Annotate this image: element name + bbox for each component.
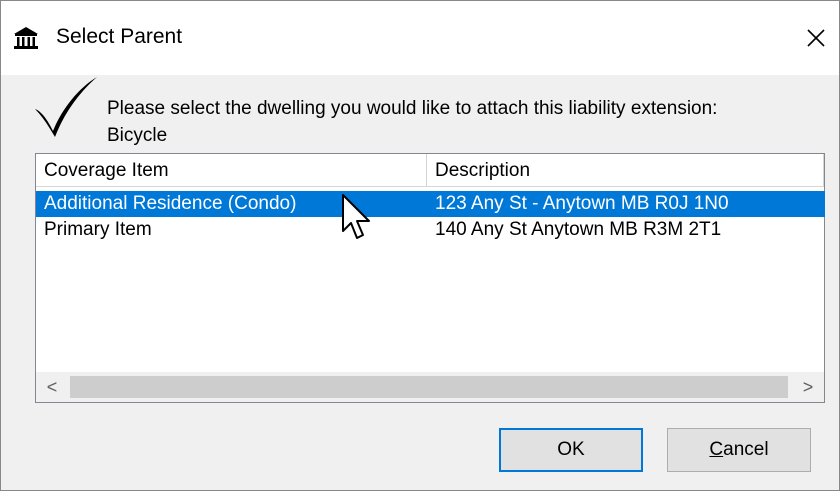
description-cell: 140 Any St Anytown MB R3M 2T1 bbox=[435, 219, 722, 240]
checkmark-icon bbox=[35, 77, 97, 137]
ok-label: OK bbox=[557, 439, 585, 460]
cancel-label-rest: ancel bbox=[723, 439, 769, 460]
bank-icon bbox=[14, 27, 38, 49]
ok-button[interactable]: OK bbox=[499, 428, 643, 472]
scroll-left-button[interactable]: < bbox=[36, 372, 68, 402]
extension-name: Bicycle bbox=[107, 125, 168, 146]
horizontal-scrollbar[interactable]: < > bbox=[36, 372, 824, 402]
select-parent-dialog: Select Parent Please select the dwelling… bbox=[0, 0, 840, 491]
prompt-line: Please select the dwelling you would lik… bbox=[107, 98, 718, 119]
chevron-right-icon: > bbox=[802, 376, 814, 397]
scroll-thumb[interactable] bbox=[70, 376, 788, 398]
chevron-left-icon: < bbox=[46, 376, 58, 397]
scroll-right-button[interactable]: > bbox=[792, 372, 824, 402]
column-header-coverage-item[interactable]: Coverage Item bbox=[36, 154, 427, 187]
list-row[interactable]: Primary Item 140 Any St Anytown MB R3M 2… bbox=[36, 217, 825, 243]
close-icon bbox=[807, 29, 825, 47]
cancel-button[interactable]: Cancel bbox=[667, 428, 811, 472]
mouse-pointer-icon bbox=[342, 194, 370, 239]
title-bar: Select Parent bbox=[1, 1, 839, 75]
window-title: Select Parent bbox=[56, 25, 183, 48]
cancel-label: Cancel bbox=[709, 439, 768, 461]
cancel-mnemonic: C bbox=[709, 439, 724, 460]
description-cell: 123 Any St - Anytown MB R0J 1N0 bbox=[435, 193, 729, 214]
prompt-text: Please select the dwelling you would lik… bbox=[107, 95, 807, 149]
coverage-list[interactable]: Coverage Item Description Additional Res… bbox=[35, 153, 825, 403]
list-row[interactable]: Additional Residence (Condo) 123 Any St … bbox=[36, 191, 825, 217]
close-button[interactable] bbox=[793, 15, 839, 61]
list-header: Coverage Item Description bbox=[36, 154, 824, 187]
column-header-description[interactable]: Description bbox=[427, 154, 824, 187]
